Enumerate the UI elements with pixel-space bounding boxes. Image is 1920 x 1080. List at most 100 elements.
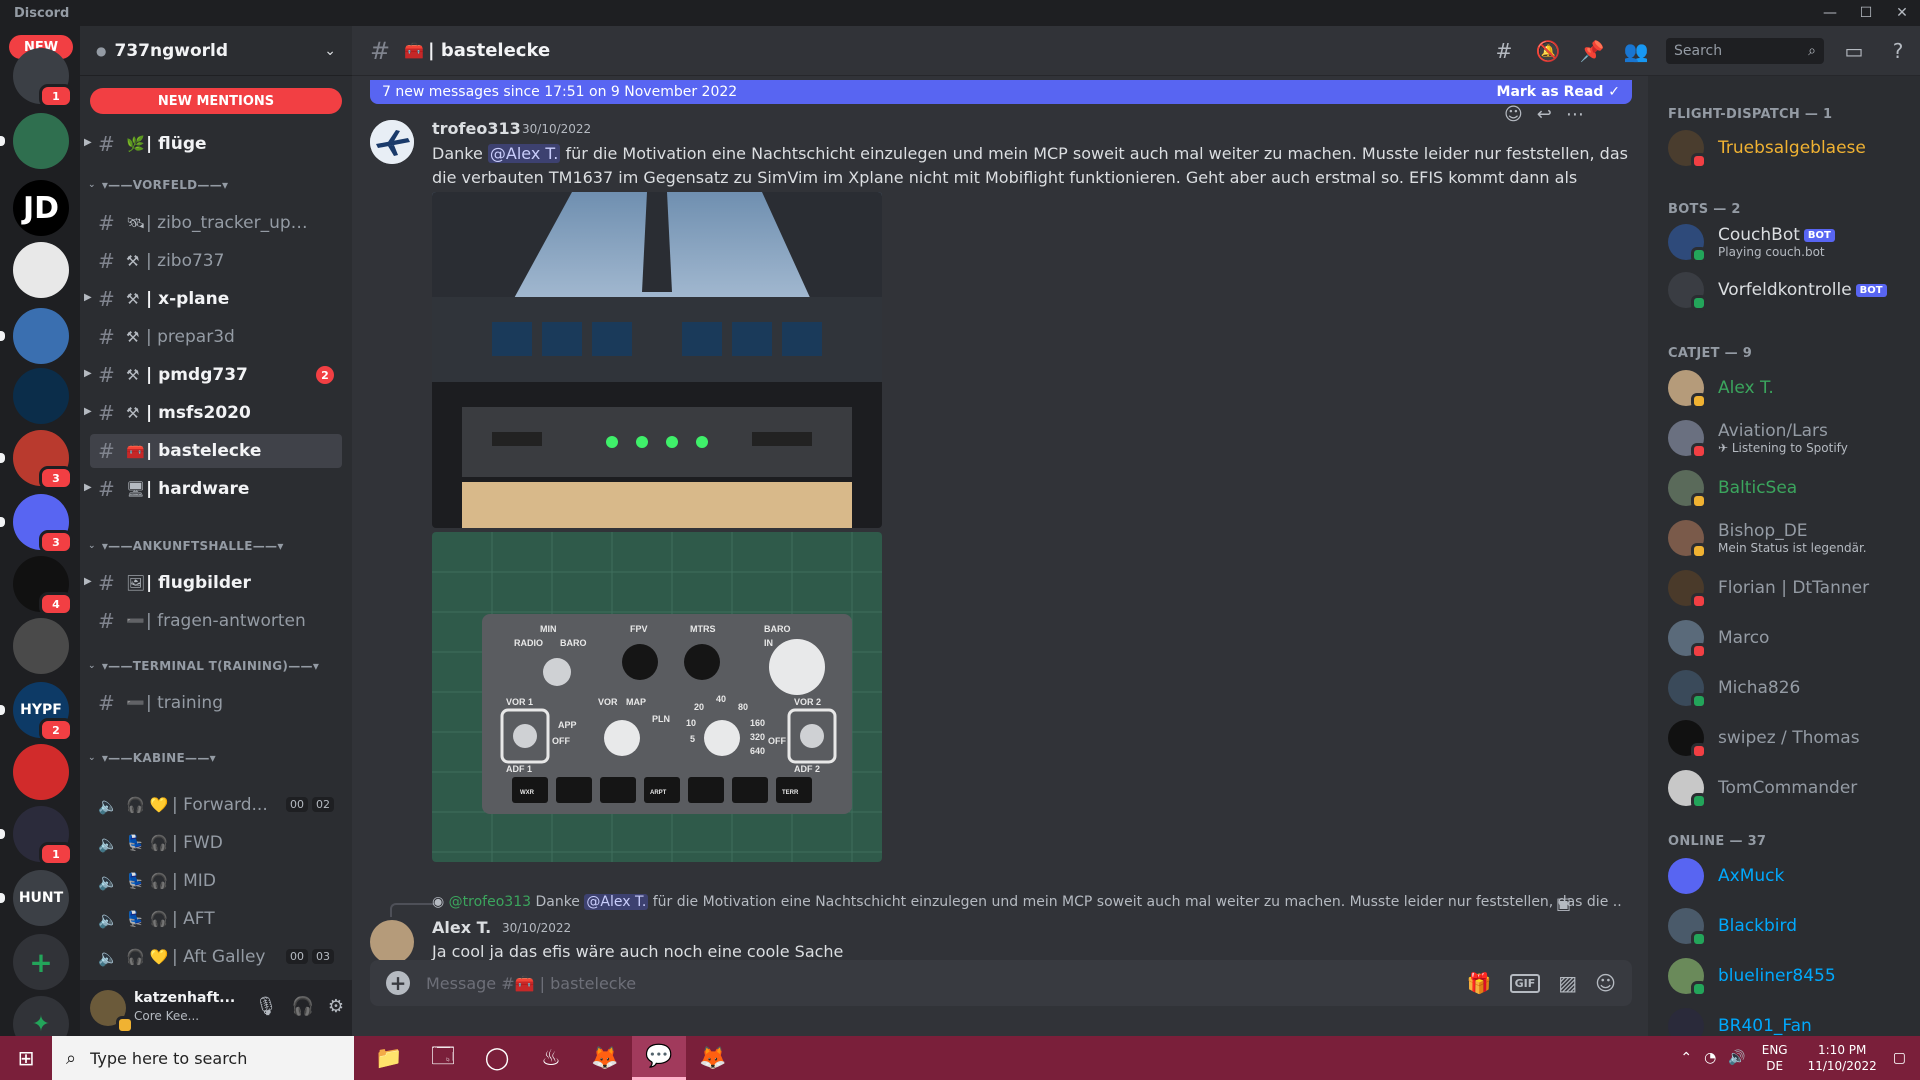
channel-category[interactable]: ⌄ ▾—— KABINE ——▾ — [88, 748, 344, 768]
attachment-cockpit-photo[interactable] — [432, 192, 882, 528]
channel-category[interactable]: ⌄ ▾—— VORFELD ——▾ — [88, 175, 344, 195]
user-mention[interactable]: @Alex T. — [487, 144, 561, 163]
inbox-icon[interactable]: ▭ — [1832, 39, 1876, 63]
message-author[interactable]: Alex T. — [432, 918, 491, 937]
attachment-efis-photo[interactable]: MIN RADIO BARO FPV MTRS BARO IN VOR 1 OF… — [432, 532, 882, 862]
message-author[interactable]: trofeo313 — [432, 119, 521, 138]
upload-plus-icon[interactable]: + — [386, 971, 410, 995]
threads-icon[interactable]: # — [1482, 39, 1526, 63]
reply-icon[interactable]: ↩ — [1537, 104, 1552, 125]
member-item[interactable]: BR401_Fan — [1656, 1004, 1912, 1036]
member-item[interactable]: Alex T. — [1656, 366, 1912, 410]
windows-start-icon[interactable]: ⊞ — [0, 1036, 52, 1080]
member-item[interactable]: Marco — [1656, 616, 1912, 660]
tray-expand-icon[interactable]: ⌃ — [1680, 1050, 1692, 1066]
member-item[interactable]: TomCommander — [1656, 766, 1912, 810]
member-item[interactable]: swipez / Thomas — [1656, 716, 1912, 760]
member-item[interactable]: Blackbird — [1656, 904, 1912, 948]
member-item[interactable]: Micha826 — [1656, 666, 1912, 710]
pinned-messages-icon[interactable]: 📌 — [1570, 39, 1614, 63]
sticker-icon[interactable]: ▨ — [1558, 971, 1577, 995]
close-button[interactable]: ✕ — [1884, 0, 1920, 26]
mark-as-read-button[interactable]: Mark as Read ✓ — [1497, 84, 1620, 100]
search-input[interactable]: Search ⌕ — [1666, 38, 1824, 64]
voice-channel-item[interactable]: 🔈 💺 🎧 | AFT — [90, 902, 342, 936]
server-icon[interactable] — [13, 113, 69, 169]
store-icon[interactable]: 🗔 — [416, 1036, 470, 1080]
member-item[interactable]: CouchBot BOT Playing couch.bot — [1656, 220, 1912, 264]
gif-button[interactable]: GIF — [1509, 973, 1541, 993]
taskbar-search-input[interactable]: ⌕ Type here to search — [52, 1036, 354, 1080]
channel-item[interactable]: ▶ # 🖥 | hardware — [84, 472, 342, 506]
firefox-icon[interactable]: 🦊 — [578, 1036, 632, 1080]
member-item[interactable]: Truebsalgeblaese — [1656, 126, 1912, 170]
channel-item[interactable]: ▶ # 🖼 | flugbilder — [84, 566, 342, 600]
channel-item[interactable]: # ⚒ | zibo737 — [90, 244, 342, 278]
channel-item[interactable]: # ➖ | fragen-antworten — [90, 604, 342, 638]
file-explorer-icon[interactable]: 📁 — [362, 1036, 416, 1080]
voice-channel-item[interactable]: 🔈 🎧 💛 | Forward... 00 02 — [90, 788, 342, 822]
help-icon[interactable]: ? — [1876, 39, 1920, 63]
channel-category[interactable]: ⌄ ▾—— TERMINAL T(RAINING) ——▾ — [88, 656, 344, 676]
taskbar-clock[interactable]: 1:10 PM 11/10/2022 — [1808, 1042, 1877, 1074]
guild-header[interactable]: ● 737ngworld ⌄ — [80, 26, 352, 76]
discord-icon[interactable]: 💬 — [632, 1036, 686, 1080]
channel-item[interactable]: ▶ # ⚒ | x-plane — [84, 282, 342, 316]
message-input[interactable]: Message #🧰 | bastelecke — [426, 974, 1467, 993]
server-icon[interactable]: 3 — [13, 494, 73, 554]
member-item[interactable]: blueliner8455 — [1656, 954, 1912, 998]
member-item[interactable]: Vorfeldkontrolle BOT — [1656, 268, 1912, 312]
server-icon[interactable]: 1 — [13, 48, 73, 108]
new-messages-banner[interactable]: 7 new messages since 17:51 on 9 November… — [370, 80, 1632, 104]
server-icon[interactable] — [13, 242, 69, 298]
settings-gear-icon[interactable]: ⚙ — [328, 996, 344, 1017]
member-list-icon[interactable]: 👥 — [1614, 39, 1658, 63]
notification-center-icon[interactable]: ▢ — [1893, 1050, 1906, 1066]
message-avatar[interactable] — [370, 120, 414, 164]
network-icon[interactable]: ◔ — [1704, 1050, 1716, 1066]
channel-item[interactable]: # 🛰 | zibo_tracker_upda... — [90, 206, 342, 240]
more-options-icon[interactable]: ⋯ — [1566, 104, 1584, 125]
server-icon[interactable] — [13, 744, 69, 800]
add-server-plus-icon[interactable]: + — [13, 934, 69, 990]
server-icon[interactable] — [13, 308, 69, 364]
member-item[interactable]: BalticSea — [1656, 466, 1912, 510]
gift-icon[interactable]: 🎁 — [1467, 971, 1492, 995]
channel-category[interactable]: ⌄ ▾—— ANKUNFTSHALLE ——▾ — [88, 536, 344, 556]
firefox-dev-icon[interactable]: 🦊 — [686, 1036, 740, 1080]
channel-item[interactable]: ▶ # 🌿 | flüge — [84, 127, 342, 161]
user-mention[interactable]: @Alex T. — [584, 894, 649, 910]
voice-channel-item[interactable]: 🔈 💺 🎧 | MID — [90, 864, 342, 898]
reply-author[interactable]: @trofeo313 — [449, 894, 531, 910]
server-icon[interactable] — [13, 618, 69, 674]
add-reaction-icon[interactable]: ☺ — [1504, 104, 1523, 125]
message-avatar[interactable] — [370, 920, 414, 960]
member-item[interactable]: AxMuck — [1656, 854, 1912, 898]
channel-item[interactable]: ▶ # ⚒ | pmdg737 2 — [84, 358, 342, 392]
server-icon[interactable]: JD — [13, 180, 69, 236]
emoji-icon[interactable]: ☺ — [1595, 971, 1616, 995]
channel-item[interactable]: # ➖ | training — [90, 686, 342, 720]
microphone-icon[interactable]: 🎙 — [255, 996, 278, 1017]
server-icon[interactable]: 1 — [13, 806, 73, 866]
server-icon[interactable] — [13, 368, 69, 424]
maximize-button[interactable]: ☐ — [1848, 0, 1884, 26]
server-icon[interactable]: HYPF 2 — [13, 682, 73, 742]
steam-icon[interactable]: ♨ — [524, 1036, 578, 1080]
server-icon[interactable]: HUNT — [13, 870, 69, 926]
minimize-button[interactable]: — — [1812, 0, 1848, 26]
channel-item[interactable]: # 🧰 | bastelecke — [90, 434, 342, 468]
headset-icon[interactable]: 🎧 — [291, 996, 313, 1017]
notification-mute-icon[interactable]: 🔕 — [1526, 39, 1570, 63]
new-mentions-button[interactable]: NEW MENTIONS — [90, 88, 342, 114]
voice-channel-item[interactable]: 🔈 💺 🎧 | FWD — [90, 826, 342, 860]
cortana-icon[interactable]: ◯ — [470, 1036, 524, 1080]
volume-icon[interactable]: 🔊 — [1728, 1050, 1745, 1066]
member-item[interactable]: Bishop_DE Mein Status ist legendär. — [1656, 516, 1912, 560]
member-item[interactable]: Florian | DtTanner — [1656, 566, 1912, 610]
member-item[interactable]: Aviation/Lars ✈ Listening to Spotify — [1656, 416, 1912, 460]
explore-compass-icon[interactable]: ✦ — [13, 996, 69, 1036]
input-language[interactable]: ENG DE — [1762, 1042, 1788, 1074]
channel-item[interactable]: ▶ # ⚒ | msfs2020 — [84, 396, 342, 430]
voice-channel-item[interactable]: 🔈 🎧 💛 | Aft Galley 00 03 — [90, 940, 342, 974]
